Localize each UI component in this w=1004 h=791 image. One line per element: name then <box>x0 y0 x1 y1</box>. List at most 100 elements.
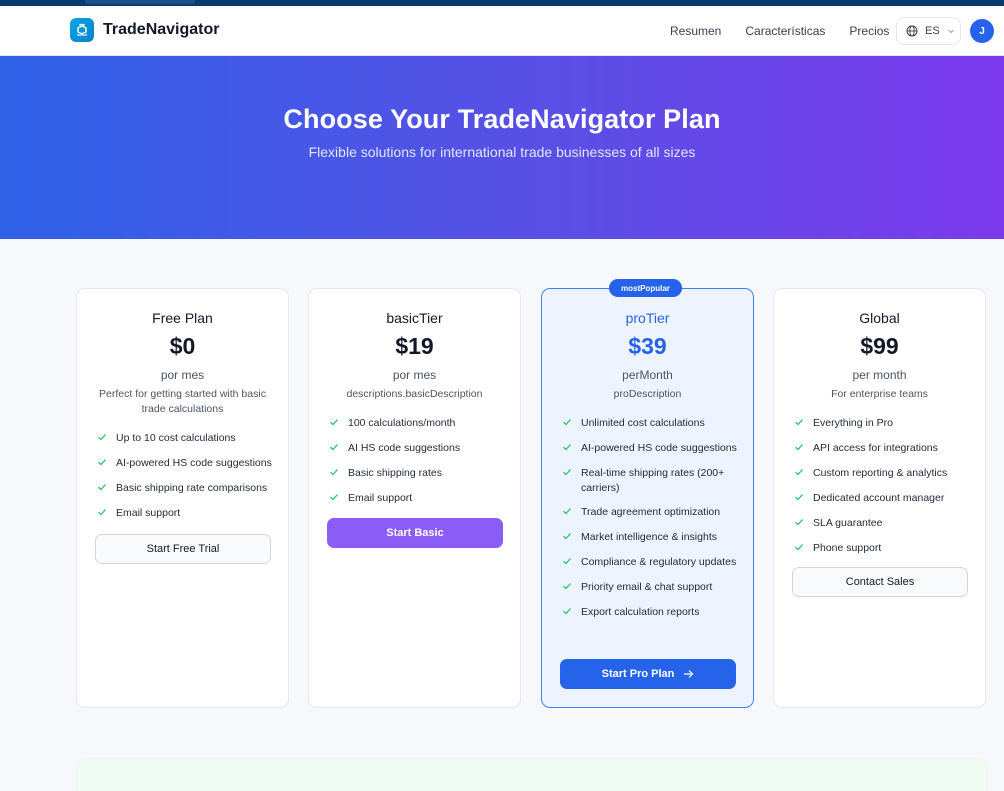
check-icon <box>562 556 572 571</box>
feature-text: AI HS code suggestions <box>348 442 461 454</box>
plan-name: proTier <box>625 310 670 326</box>
plan-price: $39 <box>628 333 667 359</box>
check-icon <box>329 492 339 507</box>
check-icon <box>562 442 572 457</box>
feature-item: AI-powered HS code suggestions <box>97 456 288 472</box>
plan-description: For enterprise teams <box>831 388 928 400</box>
bottom-info-panel <box>76 758 988 791</box>
check-icon <box>794 492 804 507</box>
nav-link-caracteristicas[interactable]: Características <box>745 24 825 38</box>
language-code: ES <box>925 25 940 37</box>
feature-item: Compliance & regulatory updates <box>562 555 753 571</box>
plan-description: descriptions.basicDescription <box>346 388 483 400</box>
check-icon <box>562 506 572 521</box>
logo-text: TradeNavigator <box>103 21 220 38</box>
start-free-trial-button[interactable]: Start Free Trial <box>95 534 271 564</box>
feature-item: Market intelligence & insights <box>562 530 753 546</box>
plan-description: proDescription <box>613 388 682 400</box>
feature-text: Real-time shipping rates (200+ carriers) <box>581 467 725 494</box>
feature-item: Basic shipping rates <box>329 466 520 482</box>
most-popular-badge: mostPopular <box>609 279 682 297</box>
feature-text: Dedicated account manager <box>813 492 945 504</box>
feature-text: Basic shipping rate comparisons <box>116 482 268 494</box>
plan-name: basicTier <box>386 310 443 326</box>
plan-price: $19 <box>395 333 434 359</box>
check-icon <box>794 442 804 457</box>
plan-card-basic: basicTier $19 por mes descriptions.basic… <box>308 288 521 708</box>
check-icon <box>97 457 107 472</box>
feature-text: Export calculation reports <box>581 606 700 618</box>
check-icon <box>97 507 107 522</box>
feature-item: Email support <box>97 506 288 522</box>
page-subtitle: Flexible solutions for international tra… <box>308 144 696 160</box>
plan-period: por mes <box>392 368 437 382</box>
feature-item: Priority email & chat support <box>562 580 753 596</box>
feature-list: Up to 10 cost calculations AI-powered HS… <box>97 431 288 522</box>
plan-period: per month <box>852 368 907 382</box>
check-icon <box>329 442 339 457</box>
check-icon <box>794 467 804 482</box>
feature-text: Up to 10 cost calculations <box>116 432 236 444</box>
start-pro-plan-label: Start Pro Plan <box>601 668 675 680</box>
feature-text: Unlimited cost calculations <box>581 417 705 429</box>
plan-price: $99 <box>860 333 899 359</box>
feature-text: Everything in Pro <box>813 417 893 429</box>
feature-list: Unlimited cost calculations AI-powered H… <box>562 416 753 621</box>
feature-item: Trade agreement optimization <box>562 505 753 521</box>
check-icon <box>562 581 572 596</box>
check-icon <box>97 432 107 447</box>
feature-item: Email support <box>329 491 520 507</box>
start-pro-plan-button[interactable]: Start Pro Plan <box>560 659 736 689</box>
feature-text: Priority email & chat support <box>581 581 713 593</box>
check-icon <box>97 482 107 497</box>
feature-text: Custom reporting & analytics <box>813 467 948 479</box>
nav-link-precios[interactable]: Precios <box>849 24 889 38</box>
feature-item: Everything in Pro <box>794 416 985 432</box>
check-icon <box>562 531 572 546</box>
feature-item: AI-powered HS code suggestions <box>562 441 753 457</box>
feature-item: 100 calculations/month <box>329 416 520 432</box>
feature-item: Phone support <box>794 541 985 557</box>
plan-card-global: Global $99 per month For enterprise team… <box>773 288 986 708</box>
user-avatar[interactable]: J <box>970 19 994 43</box>
feature-text: 100 calculations/month <box>348 417 456 429</box>
start-basic-button[interactable]: Start Basic <box>327 518 503 548</box>
check-icon <box>794 542 804 557</box>
main-nav: Resumen Características Precios <box>670 6 913 56</box>
feature-text: Email support <box>348 492 413 504</box>
check-icon <box>562 606 572 621</box>
nav-link-resumen[interactable]: Resumen <box>670 24 721 38</box>
feature-text: Phone support <box>813 542 882 554</box>
plan-card-free: Free Plan $0 por mes Perfect for getting… <box>76 288 289 708</box>
plan-card-pro: mostPopular proTier $39 perMonth proDesc… <box>541 279 754 708</box>
feature-text: SLA guarantee <box>813 517 883 529</box>
feature-text: Compliance & regulatory updates <box>581 556 737 568</box>
contact-sales-button[interactable]: Contact Sales <box>792 567 968 597</box>
feature-item: Export calculation reports <box>562 605 753 621</box>
feature-text: Email support <box>116 507 181 519</box>
feature-text: AI-powered HS code suggestions <box>581 442 737 454</box>
plan-period: perMonth <box>622 368 673 382</box>
language-selector[interactable]: ES <box>896 17 961 45</box>
check-icon <box>562 467 572 482</box>
plan-name: Free Plan <box>152 310 213 326</box>
plan-name: Global <box>859 310 900 326</box>
feature-text: Market intelligence & insights <box>581 531 717 543</box>
arrow-right-icon <box>684 670 694 678</box>
feature-item: SLA guarantee <box>794 516 985 532</box>
feature-list: 100 calculations/month AI HS code sugges… <box>329 416 520 507</box>
check-icon <box>794 417 804 432</box>
feature-text: Basic shipping rates <box>348 467 442 479</box>
check-icon <box>329 417 339 432</box>
hero-section: Choose Your TradeNavigator Plan Flexible… <box>0 56 1004 239</box>
check-icon <box>794 517 804 532</box>
feature-item: Dedicated account manager <box>794 491 985 507</box>
chevron-down-icon <box>947 29 954 34</box>
logo[interactable]: TradeNavigator <box>70 18 219 42</box>
feature-text: AI-powered HS code suggestions <box>116 457 272 469</box>
feature-item: API access for integrations <box>794 441 985 457</box>
page-title: Choose Your TradeNavigator Plan <box>283 104 721 134</box>
check-icon <box>562 417 572 432</box>
feature-list: Everything in Pro API access for integra… <box>794 416 985 557</box>
feature-text: Trade agreement optimization <box>581 506 721 518</box>
